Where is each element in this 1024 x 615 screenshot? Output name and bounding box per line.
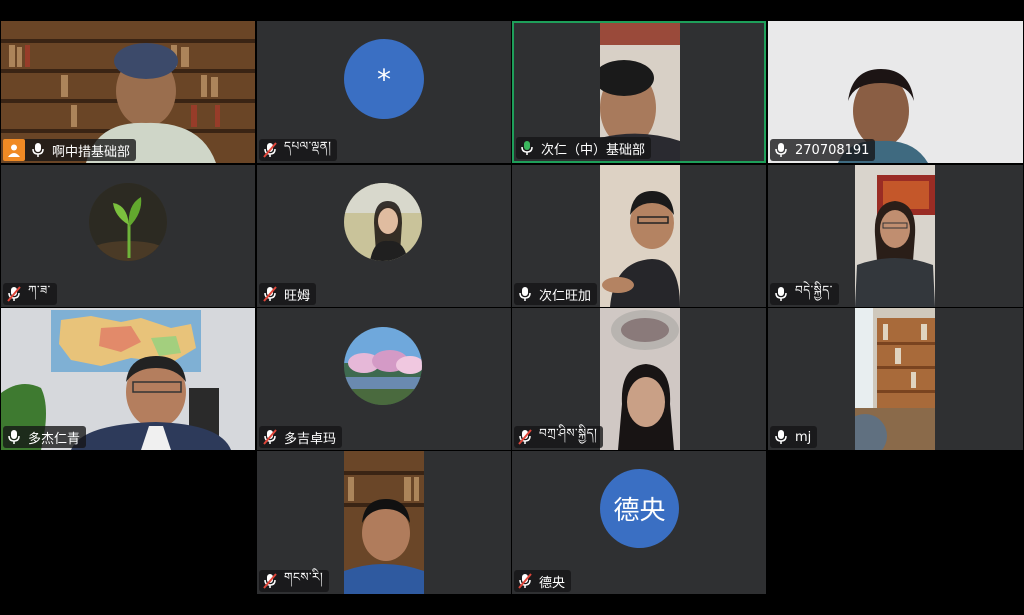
participant-name: mj xyxy=(795,429,812,445)
participant-video xyxy=(344,451,424,594)
microphone-muted-icon[interactable] xyxy=(261,572,279,590)
participant-nameplate: གངས་རི། xyxy=(259,570,330,592)
participant-nameplate: 270708191 xyxy=(770,139,876,161)
participant-nameplate: 多吉卓玛 xyxy=(259,426,343,448)
avatar: * xyxy=(344,39,424,119)
avatar: 德央 xyxy=(600,469,679,548)
avatar-photo xyxy=(344,183,422,261)
participant-nameplate: 次仁（中）基础部 xyxy=(516,137,652,159)
participant-name: 多杰仁青 xyxy=(28,431,81,447)
participant-tile[interactable]: བཀྲ་ཤིས་སྐྱིད། xyxy=(512,308,766,450)
host-icon xyxy=(3,139,25,161)
participant-tile[interactable]: ཀ་ཟ་ xyxy=(1,165,255,307)
participant-nameplate: དཔལ་ལྡན། xyxy=(259,139,338,161)
microphone-muted-icon[interactable] xyxy=(261,141,279,159)
microphone-muted-icon[interactable] xyxy=(516,572,534,590)
participant-tile[interactable]: གངས་རི། xyxy=(257,451,511,594)
participant-name: ཀ་ཟ་ xyxy=(28,283,51,297)
microphone-icon[interactable] xyxy=(5,428,23,446)
participant-nameplate: 多杰仁青 xyxy=(3,426,87,448)
microphone-icon[interactable] xyxy=(772,141,790,159)
participant-name: 次仁旺加 xyxy=(539,288,592,304)
participant-tile[interactable]: 旺姆 xyxy=(257,165,511,307)
participant-tile[interactable]: 啊中措基础部 xyxy=(1,21,255,163)
participant-nameplate: 旺姆 xyxy=(259,283,317,305)
participant-video xyxy=(600,308,680,450)
microphone-muted-icon[interactable] xyxy=(5,285,23,303)
participant-nameplate: ཀ་ཟ་ xyxy=(3,283,57,305)
participant-tile[interactable]: བདེ་སྐྱིད་ xyxy=(768,165,1023,307)
microphone-speaking-icon[interactable] xyxy=(518,139,536,157)
participant-name: 德央 xyxy=(539,575,566,591)
microphone-icon[interactable] xyxy=(29,141,47,159)
participant-name: 啊中措基础部 xyxy=(52,144,131,160)
participant-nameplate: 啊中措基础部 xyxy=(3,139,137,161)
participant-video xyxy=(855,165,935,307)
participant-nameplate: བཀྲ་ཤིས་སྐྱིད། xyxy=(514,426,604,448)
participant-nameplate: 德央 xyxy=(514,570,572,592)
participant-name: གངས་རི། xyxy=(284,570,324,584)
participant-video xyxy=(600,165,680,307)
participant-name: 多吉卓玛 xyxy=(284,431,337,447)
microphone-muted-icon[interactable] xyxy=(261,285,279,303)
video-grid: 啊中措基础部 * དཔལ་ལྡན། 次仁（中）基础部 270708191 ཀ་ཟ… xyxy=(1,21,1023,595)
participant-tile[interactable]: 次仁旺加 xyxy=(512,165,766,307)
participant-name: 旺姆 xyxy=(284,288,311,304)
participant-name: བདེ་སྐྱིད་ xyxy=(795,283,833,297)
participant-tile[interactable]: 德央 德央 xyxy=(512,451,766,594)
participant-tile-active-speaker[interactable]: 次仁（中）基础部 xyxy=(512,21,766,163)
microphone-muted-icon[interactable] xyxy=(516,428,534,446)
participant-tile[interactable]: * དཔལ་ལྡན། xyxy=(257,21,511,163)
participant-name: 270708191 xyxy=(795,142,870,158)
microphone-icon[interactable] xyxy=(516,285,534,303)
participant-name: དཔལ་ལྡན། xyxy=(284,139,332,153)
participant-tile[interactable]: 270708191 xyxy=(768,21,1023,163)
participant-nameplate: 次仁旺加 xyxy=(514,283,598,305)
avatar-photo xyxy=(344,327,422,405)
participant-name: བཀྲ་ཤིས་སྐྱིད། xyxy=(539,426,598,440)
participant-name: 次仁（中）基础部 xyxy=(541,142,646,158)
avatar-photo xyxy=(89,183,167,261)
participant-tile[interactable]: mj xyxy=(768,308,1023,450)
participant-nameplate: mj xyxy=(770,426,818,448)
participant-tile[interactable]: 多杰仁青 xyxy=(1,308,255,450)
microphone-icon[interactable] xyxy=(772,285,790,303)
participant-video xyxy=(855,308,935,450)
microphone-muted-icon[interactable] xyxy=(261,428,279,446)
microphone-icon[interactable] xyxy=(772,428,790,446)
participant-nameplate: བདེ་སྐྱིད་ xyxy=(770,283,839,305)
participant-tile[interactable]: 多吉卓玛 xyxy=(257,308,511,450)
